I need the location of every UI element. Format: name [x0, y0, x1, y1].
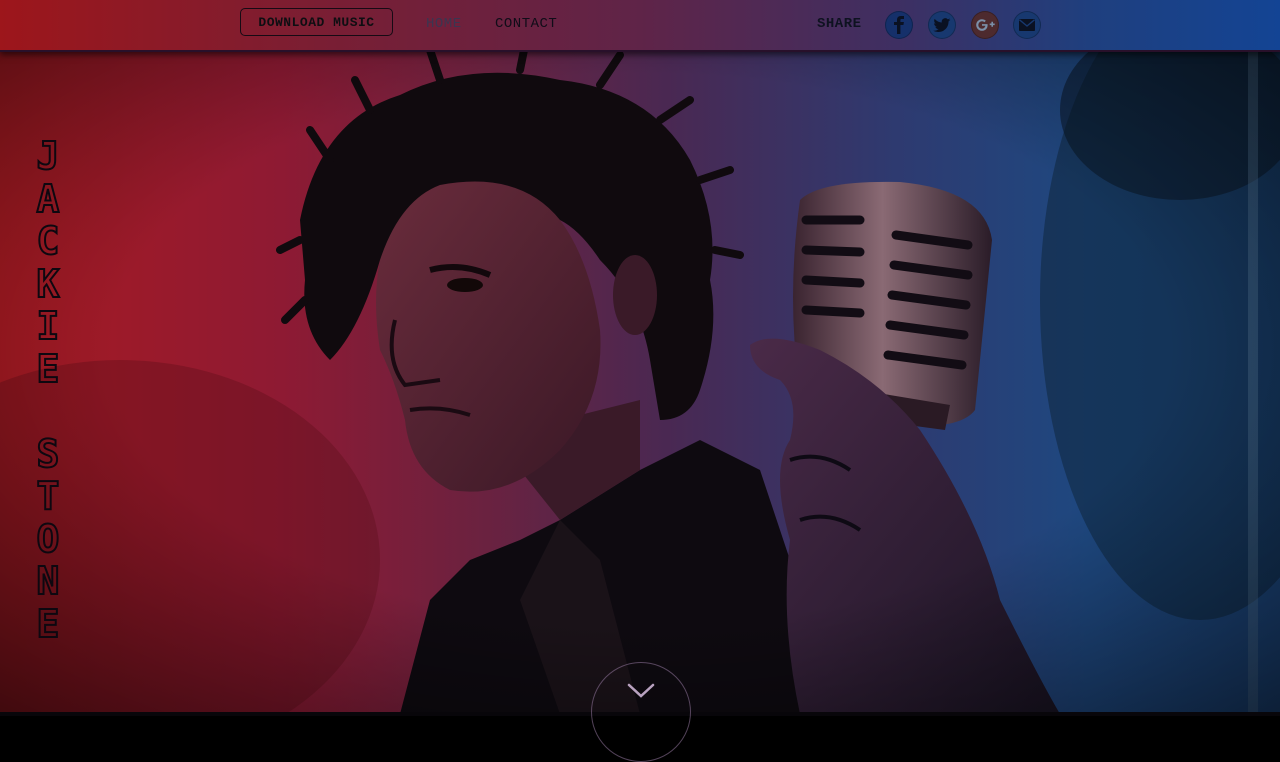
top-navigation-bar: DOWNLOAD MUSIC HOME CONTACT SHARE — [0, 0, 1280, 52]
download-music-button[interactable]: DOWNLOAD MUSIC — [240, 8, 393, 36]
hero-photo-singer-with-microphone — [0, 50, 1280, 714]
facebook-icon[interactable] — [885, 11, 913, 39]
twitter-icon[interactable] — [928, 11, 956, 39]
nav-home-link[interactable]: HOME — [426, 16, 462, 32]
artist-letter: E — [36, 346, 61, 391]
google-plus-icon[interactable] — [971, 11, 999, 39]
email-icon[interactable] — [1013, 11, 1041, 39]
artist-letter: T — [36, 474, 61, 518]
artist-letter: I — [36, 304, 61, 348]
artist-letter: N — [36, 559, 61, 603]
nav-contact-link[interactable]: CONTACT — [495, 16, 557, 32]
artist-letter: E — [36, 601, 61, 646]
artist-letter: O — [36, 516, 61, 561]
artist-letter: K — [36, 261, 61, 306]
artist-letter: S — [36, 431, 61, 476]
artist-letter: C — [36, 219, 61, 263]
share-label: SHARE — [817, 16, 862, 32]
artist-letter: A — [36, 176, 61, 221]
artist-letter: J — [36, 134, 61, 178]
scroll-down-button[interactable] — [591, 662, 691, 762]
chevron-down-icon — [627, 683, 655, 698]
hero-section: J A C K I E S T O N E — [0, 50, 1280, 714]
artist-name-vertical: J A C K I E S T O N E — [30, 134, 66, 646]
